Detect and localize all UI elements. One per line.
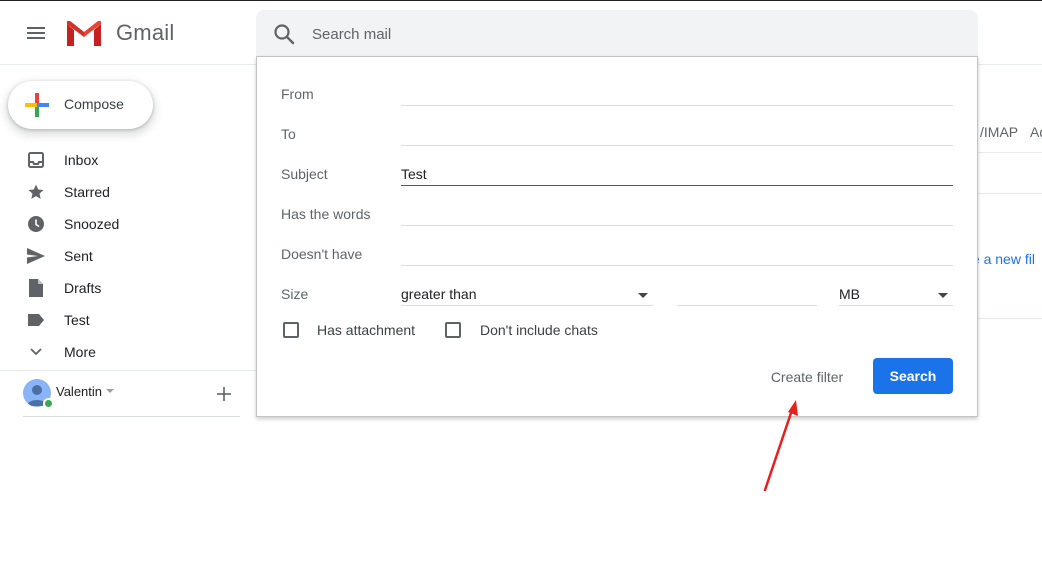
size-unit-select[interactable]: MB (839, 282, 953, 306)
to-field[interactable] (401, 122, 953, 146)
compose-plus-icon (25, 93, 49, 117)
search-bar[interactable] (256, 10, 978, 58)
advanced-search-panel: From To Subject Has the words Doesn't ha… (256, 56, 978, 417)
sidebar-item-starred[interactable]: Starred (0, 176, 256, 208)
dropdown-caret-icon (938, 293, 948, 298)
app-name: Gmail (116, 20, 175, 45)
sidebar-item-label: Test (64, 312, 90, 328)
send-icon (26, 246, 46, 266)
user-dropdown-caret-icon[interactable] (106, 389, 114, 393)
online-status-dot (43, 398, 54, 409)
size-amount-field[interactable] (677, 282, 817, 306)
sidebar-item-label: Drafts (64, 280, 102, 296)
create-new-filter-link[interactable]: te a new fil (968, 251, 1042, 267)
compose-label: Compose (64, 96, 124, 112)
sidebar-item-inbox[interactable]: Inbox (0, 144, 256, 176)
doesnt-have-field[interactable] (401, 242, 953, 266)
from-label: From (281, 86, 314, 102)
sidebar-divider (0, 370, 256, 371)
annotation-arrow-icon (763, 400, 798, 492)
chevron-down-icon (26, 342, 46, 362)
from-field[interactable] (401, 82, 953, 106)
clock-icon (26, 214, 46, 234)
settings-tab-imap[interactable]: /IMAP (980, 124, 1018, 140)
sidebar-item-snoozed[interactable]: Snoozed (0, 208, 256, 240)
to-row: To (281, 122, 953, 162)
doesnt-have-label: Doesn't have (281, 246, 363, 262)
subject-row: Subject (281, 162, 953, 202)
size-operator-value: greater than (401, 286, 477, 302)
to-label: To (281, 126, 296, 142)
size-operator-select[interactable]: greater than (401, 282, 653, 306)
size-unit-value: MB (839, 286, 860, 302)
sidebar-item-label: Sent (64, 248, 93, 264)
draft-icon (26, 278, 46, 298)
sidebar-item-more[interactable]: More (0, 336, 256, 368)
sidebar-item-test[interactable]: Test (0, 304, 256, 336)
sidebar-bottom-divider (23, 416, 240, 417)
subject-label: Subject (281, 166, 328, 182)
size-label: Size (281, 286, 309, 302)
sidebar-item-sent[interactable]: Sent (0, 240, 256, 272)
dont-include-chats-checkbox[interactable] (445, 322, 461, 338)
has-attachment-checkbox[interactable] (283, 322, 299, 338)
create-filter-button[interactable]: Create filter (757, 359, 857, 395)
background-divider (978, 193, 1042, 194)
sidebar-item-label: Starred (64, 184, 110, 200)
has-words-row: Has the words (281, 202, 953, 242)
sidebar-nav: Inbox Starred Snoozed Sent Drafts Test M… (0, 144, 256, 368)
background-divider (978, 318, 1042, 319)
has-attachment-label[interactable]: Has attachment (317, 322, 415, 338)
label-icon (26, 310, 46, 330)
hamburger-menu-icon (27, 27, 45, 39)
has-words-label: Has the words (281, 206, 371, 222)
sidebar-item-label: More (64, 344, 96, 360)
gmail-logo-icon[interactable] (64, 18, 104, 48)
size-row: Size greater than MB (281, 282, 953, 322)
sidebar-item-drafts[interactable]: Drafts (0, 272, 256, 304)
doesnt-have-row: Doesn't have (281, 242, 953, 282)
inbox-icon (26, 150, 46, 170)
has-words-field[interactable] (401, 202, 953, 226)
background-divider (978, 152, 1042, 153)
add-icon[interactable] (212, 382, 236, 406)
dropdown-caret-icon (638, 293, 648, 298)
hangouts-user-row[interactable]: Valentin (0, 376, 256, 412)
from-row: From (281, 82, 953, 122)
star-icon (26, 182, 46, 202)
search-input[interactable] (312, 19, 912, 49)
search-button[interactable]: Search (873, 358, 953, 394)
compose-button[interactable]: Compose (8, 81, 153, 129)
user-name: Valentin (56, 384, 103, 399)
sidebar-item-label: Snoozed (64, 216, 120, 232)
search-icon[interactable] (272, 22, 296, 46)
checkbox-row: Has attachment Don't include chats (281, 319, 953, 343)
settings-tab-partial[interactable]: Ad (1030, 124, 1042, 140)
sidebar-item-label: Inbox (64, 152, 99, 168)
dont-include-chats-label[interactable]: Don't include chats (480, 322, 598, 338)
main-menu-button[interactable] (18, 15, 54, 51)
subject-field[interactable] (401, 162, 953, 186)
